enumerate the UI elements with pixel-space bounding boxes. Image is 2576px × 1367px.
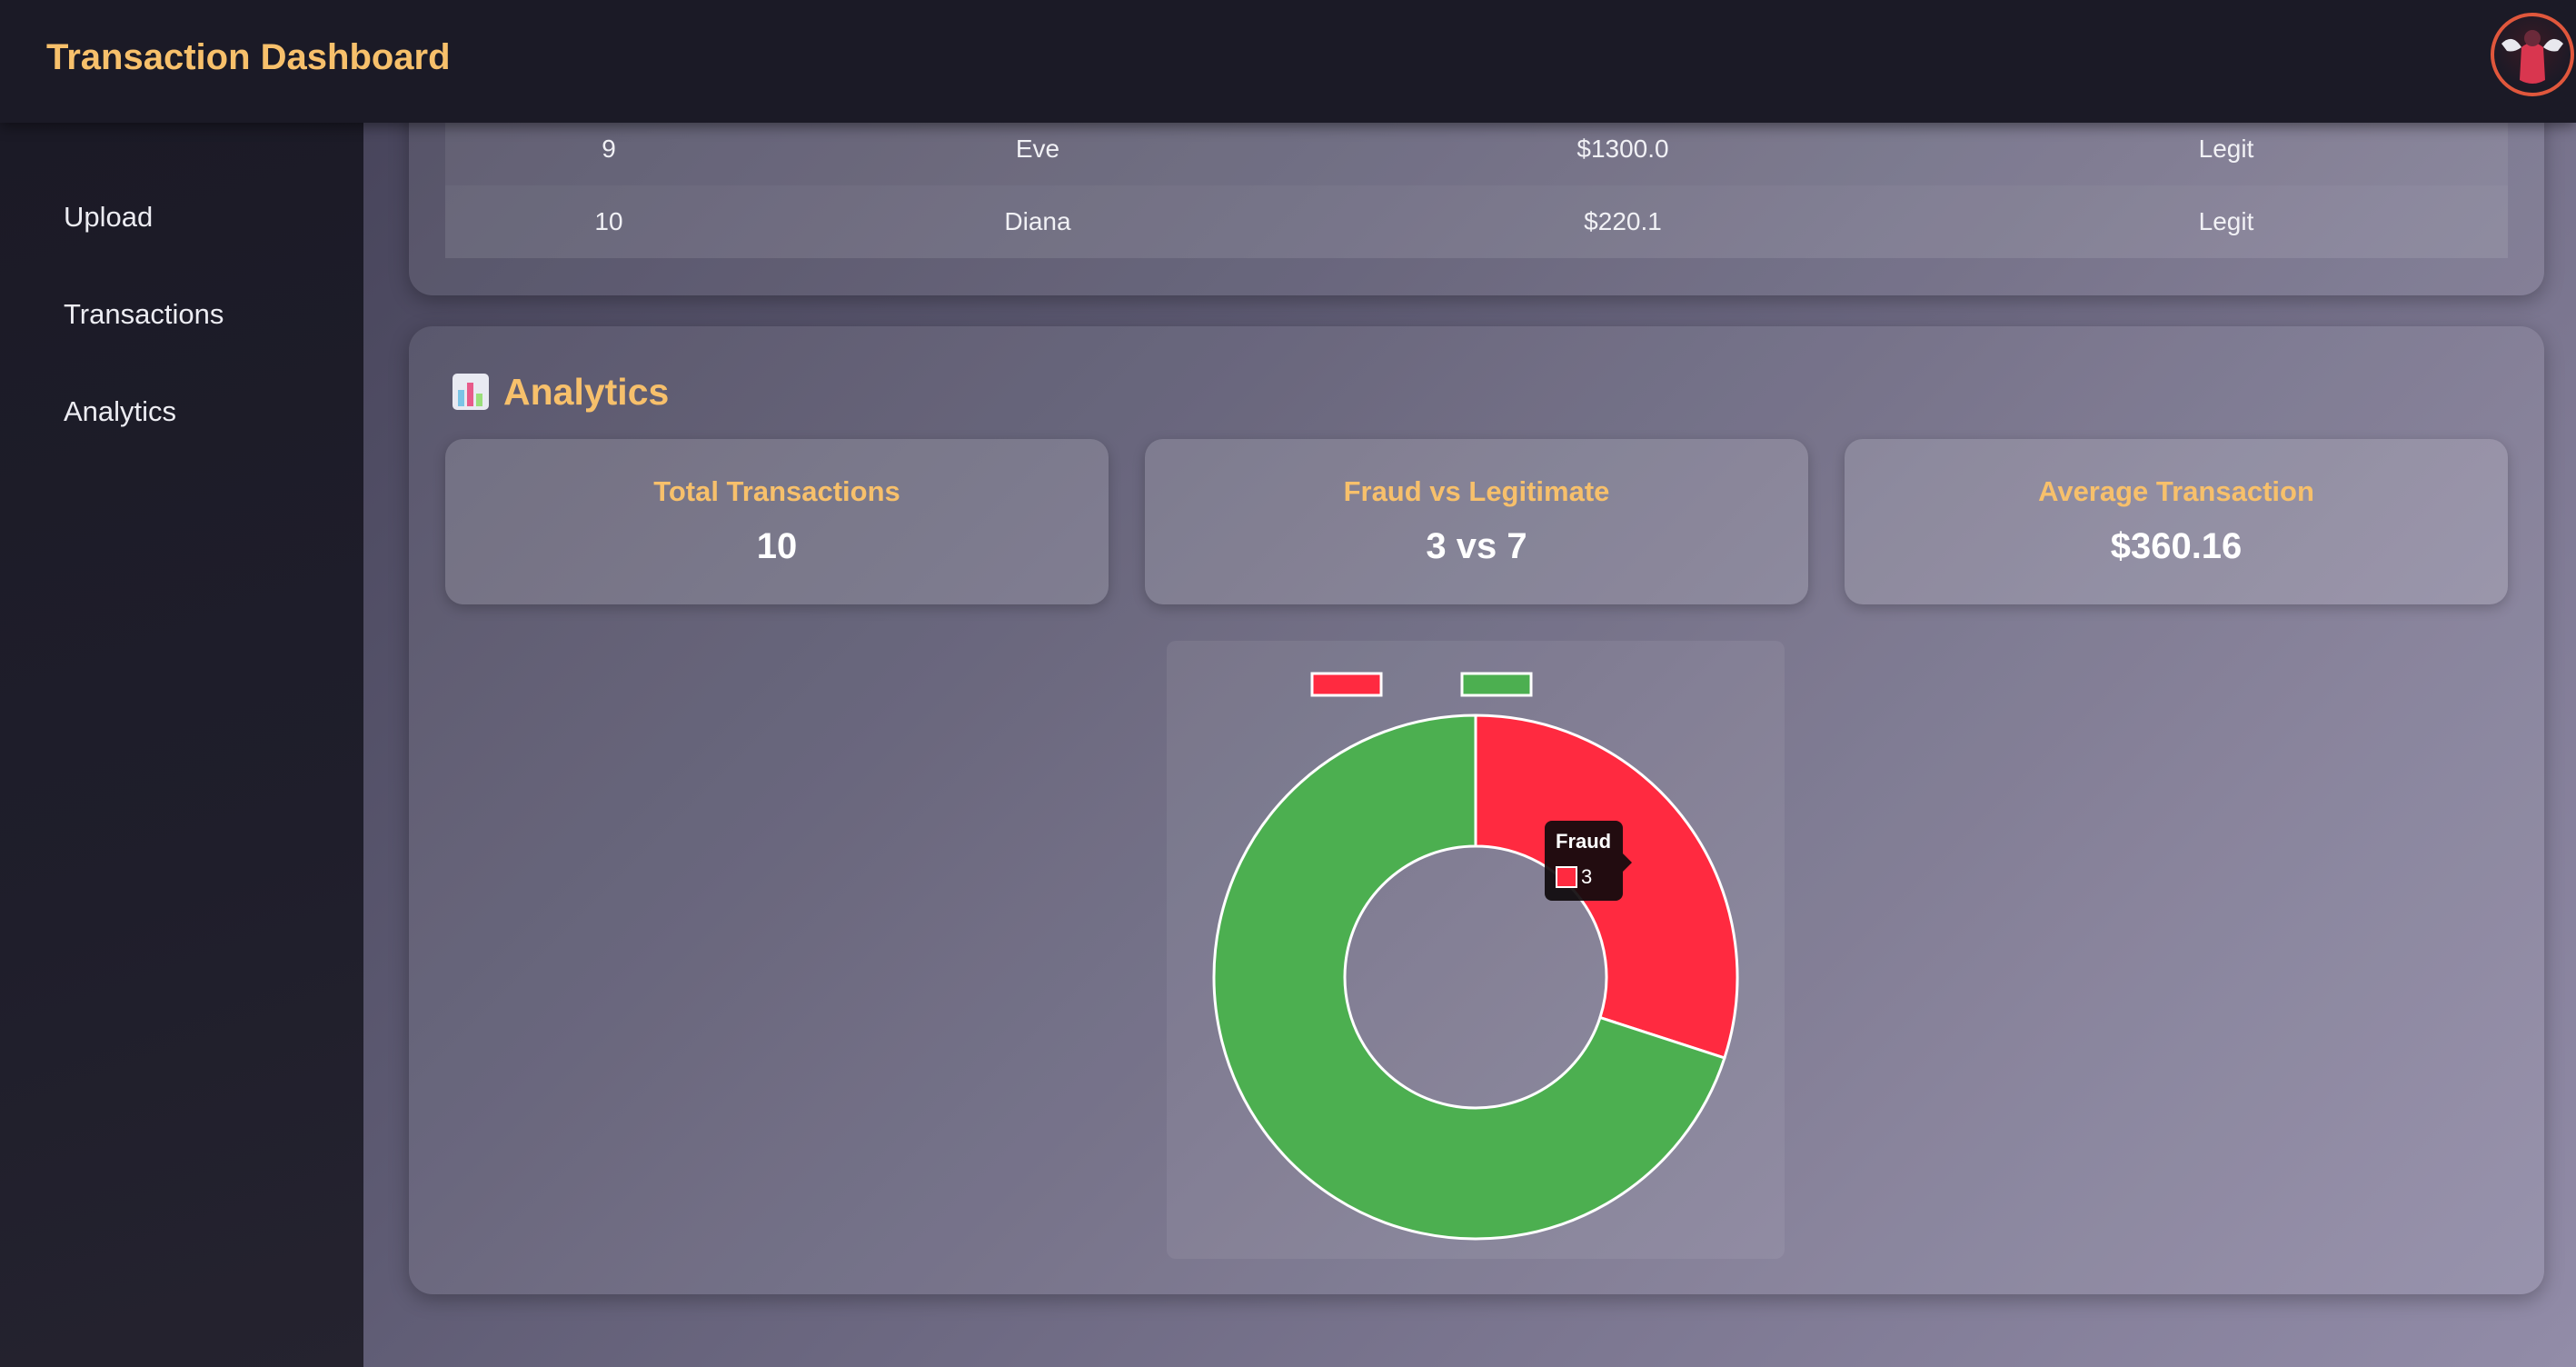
sidebar: Upload Transactions Analytics — [0, 123, 363, 1367]
sidebar-item-upload[interactable]: Upload — [64, 201, 153, 234]
bar-chart-icon — [453, 374, 489, 410]
donut-chart — [1212, 672, 1739, 1241]
stat-card-fraud-vs-legit: Fraud vs Legitimate 3 vs 7 — [1145, 439, 1808, 604]
sidebar-item-analytics[interactable]: Analytics — [64, 395, 176, 428]
cell-status: Legit — [2198, 207, 2254, 235]
stat-card-average: Average Transaction $360.16 — [1845, 439, 2508, 604]
chart-tooltip: Fraud 3 — [1545, 821, 1632, 901]
tooltip-label: Fraud — [1556, 830, 1612, 853]
tooltip-value: 3 — [1581, 865, 1593, 888]
stat-label: Average Transaction — [2038, 475, 2314, 507]
legend-swatch-1[interactable] — [1460, 672, 1533, 697]
transactions-table: 9 Eve $1300.0 Legit 10 Diana $220.1 Legi… — [445, 113, 2508, 313]
stat-value: 3 vs 7 — [1426, 526, 1527, 566]
analytics-title: Analytics — [503, 371, 670, 413]
stat-value: $360.16 — [2110, 526, 2243, 566]
tooltip-swatch — [1556, 866, 1577, 888]
cell-id: 10 — [594, 207, 623, 235]
sidebar-item-transactions[interactable]: Transactions — [64, 298, 224, 331]
cell-name: Eve — [1015, 135, 1060, 163]
chart-container — [1167, 641, 1785, 1259]
cell-amount: $1300.0 — [1576, 135, 1669, 163]
app-title: Transaction Dashboard — [46, 37, 451, 77]
cell-name: Diana — [1004, 207, 1071, 235]
stat-label: Fraud vs Legitimate — [1343, 475, 1610, 507]
avatar[interactable] — [2491, 13, 2574, 96]
top-bar: Transaction Dashboard — [0, 0, 2576, 123]
avatar-image — [2501, 30, 2563, 84]
legend-swatch-0[interactable] — [1310, 672, 1383, 697]
analytics-panel: Analytics Total Transactions 10 Fraud vs… — [409, 326, 2544, 1294]
table-row: 9 Eve $1300.0 Legit — [445, 113, 2508, 185]
cell-amount: $220.1 — [1584, 207, 1662, 235]
cell-id: 9 — [602, 135, 616, 163]
table-row: 10 Diana $220.1 Legit — [445, 185, 2508, 258]
stat-label: Total Transactions — [653, 475, 900, 507]
stat-card-total: Total Transactions 10 — [445, 439, 1109, 604]
cell-status: Legit — [2198, 135, 2254, 163]
stat-value: 10 — [756, 526, 798, 566]
